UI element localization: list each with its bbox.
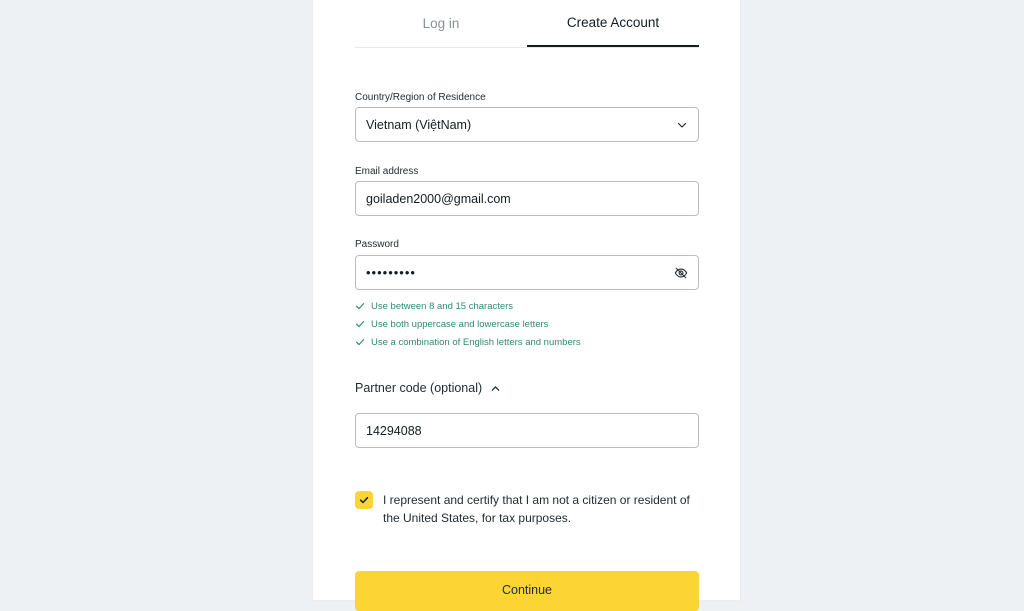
consent-checkbox[interactable] (355, 491, 373, 509)
auth-tabs: Log in Create Account (355, 0, 699, 48)
tab-create-account[interactable]: Create Account (527, 0, 699, 47)
partner-code-field[interactable]: 14294088 (355, 413, 699, 448)
tab-login[interactable]: Log in (355, 0, 527, 46)
check-icon (355, 339, 365, 346)
signup-card: Log in Create Account Country/Region of … (313, 0, 740, 611)
tab-create-account-label: Create Account (566, 15, 660, 30)
partner-code-value: 14294088 (366, 423, 422, 438)
continue-button[interactable]: Continue (355, 571, 699, 611)
check-icon (359, 496, 369, 504)
chevron-down-icon (677, 122, 687, 128)
password-label: Password (355, 239, 399, 250)
password-rule-text: Use a combination of English letters and… (371, 336, 581, 348)
email-label: Email address (355, 166, 419, 177)
chevron-up-icon (491, 385, 500, 391)
password-rule: Use both uppercase and lowercase letters (355, 315, 581, 333)
password-rules: Use between 8 and 15 characters Use both… (355, 297, 581, 351)
password-field[interactable]: ••••••••• (355, 255, 699, 290)
password-value: ••••••••• (366, 265, 416, 280)
password-rule-text: Use between 8 and 15 characters (371, 300, 514, 312)
partner-code-toggle[interactable]: Partner code (optional) (355, 381, 501, 395)
consent-text: I represent and certify that I am not a … (383, 493, 690, 525)
country-select[interactable]: Vietnam (ViệtNam) (355, 107, 699, 142)
email-value: goiladen2000@gmail.com (366, 191, 511, 206)
password-rule: Use between 8 and 15 characters (355, 297, 581, 315)
check-icon (355, 303, 365, 310)
country-label: Country/Region of Residence (355, 92, 486, 103)
password-rule: Use a combination of English letters and… (355, 333, 581, 351)
partner-code-label: Partner code (optional) (355, 381, 483, 395)
password-rule-text: Use both uppercase and lowercase letters (371, 318, 549, 330)
email-field[interactable]: goiladen2000@gmail.com (355, 181, 699, 216)
eye-off-icon[interactable] (674, 266, 688, 280)
country-value: Vietnam (ViệtNam) (366, 117, 472, 132)
consent-row: I represent and certify that I am not a … (355, 491, 693, 527)
check-icon (355, 321, 365, 328)
tab-login-label: Log in (422, 15, 460, 31)
